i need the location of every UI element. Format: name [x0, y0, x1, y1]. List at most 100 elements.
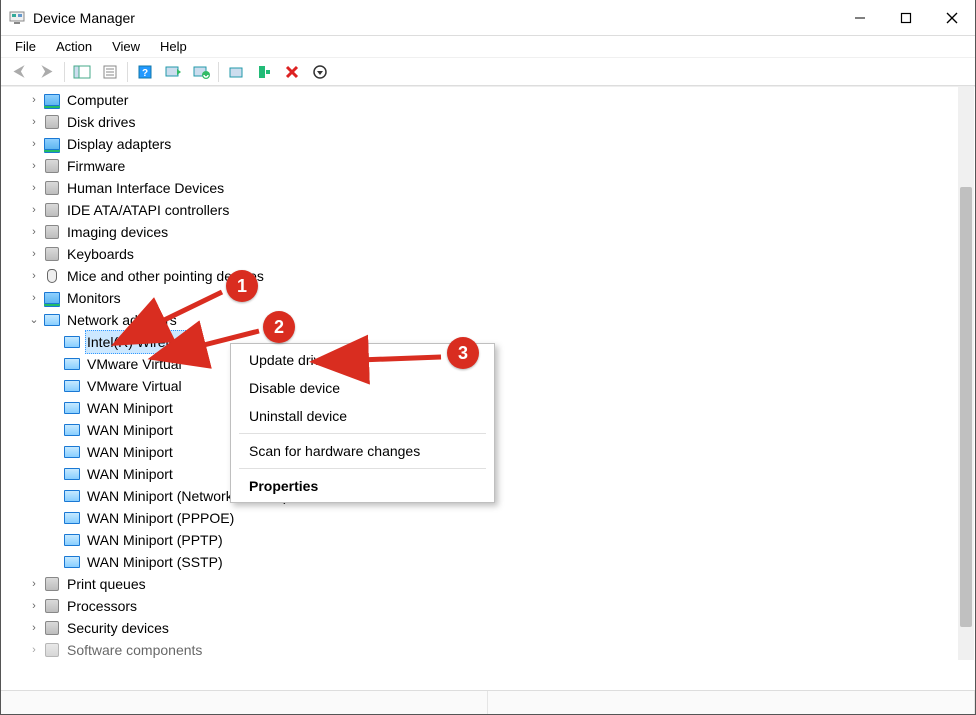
ctx-separator	[239, 433, 486, 434]
tree-label: Disk drives	[65, 111, 137, 133]
scan-hardware-changes-button[interactable]	[159, 60, 187, 84]
tree-label: Imaging devices	[65, 221, 170, 243]
software-icon	[43, 642, 61, 658]
tree-label: IDE ATA/ATAPI controllers	[65, 199, 231, 221]
forward-button[interactable]: ⮞	[33, 60, 61, 84]
tree-item-firmware[interactable]: › Firmware	[15, 155, 975, 177]
vertical-scrollbar[interactable]	[958, 87, 974, 660]
cpu-icon	[43, 598, 61, 614]
menu-view[interactable]: View	[102, 38, 150, 55]
monitor-icon	[43, 290, 61, 306]
titlebar: Device Manager	[1, 0, 975, 36]
tree-item-hid[interactable]: › Human Interface Devices	[15, 177, 975, 199]
ide-icon	[43, 202, 61, 218]
tree-item-wan-miniport[interactable]: WAN Miniport	[15, 441, 975, 463]
net-adapter-icon	[63, 422, 81, 438]
expander-icon[interactable]: ›	[27, 247, 41, 261]
tree-item-wan-miniport-pppoe[interactable]: WAN Miniport (PPPOE)	[15, 507, 975, 529]
expander-icon[interactable]: ›	[27, 291, 41, 305]
expander-icon[interactable]: ›	[27, 137, 41, 151]
expander-icon[interactable]: ›	[27, 159, 41, 173]
tree-item-imaging[interactable]: › Imaging devices	[15, 221, 975, 243]
properties-button[interactable]	[96, 60, 124, 84]
show-hide-console-tree-button[interactable]	[68, 60, 96, 84]
tree-item-vmware-virtual[interactable]: VMware Virtual	[15, 375, 975, 397]
tree-item-processors[interactable]: › Processors	[15, 595, 975, 617]
tree-item-wan-miniport-sstp[interactable]: WAN Miniport (SSTP)	[15, 551, 975, 573]
net-adapter-icon	[63, 400, 81, 416]
network-icon	[43, 312, 61, 328]
expander-icon[interactable]: ›	[27, 269, 41, 283]
maximize-button[interactable]	[883, 0, 929, 36]
svg-text:?: ?	[142, 68, 148, 79]
menubar: File Action View Help	[1, 36, 975, 58]
tree-label: Keyboards	[65, 243, 136, 265]
enable-device-button[interactable]	[222, 60, 250, 84]
annotation-label: 2	[274, 317, 284, 338]
scrollbar-thumb[interactable]	[960, 187, 972, 627]
ctx-uninstall-device[interactable]: Uninstall device	[231, 402, 494, 430]
ctx-scan-hardware[interactable]: Scan for hardware changes	[231, 437, 494, 465]
net-adapter-icon	[63, 444, 81, 460]
tree-item-wan-miniport-network-monitor[interactable]: WAN Miniport (Network Monitor)	[15, 485, 975, 507]
ctx-properties[interactable]: Properties	[231, 472, 494, 500]
uninstall-button[interactable]	[278, 60, 306, 84]
tree-item-wan-miniport[interactable]: WAN Miniport	[15, 397, 975, 419]
add-legacy-hardware-button[interactable]	[250, 60, 278, 84]
imaging-icon	[43, 224, 61, 240]
tree-item-intel-wireless[interactable]: Intel(R) Wireless	[15, 331, 975, 353]
expander-icon[interactable]: ›	[27, 599, 41, 613]
net-adapter-icon	[63, 378, 81, 394]
tree-label: Firmware	[65, 155, 127, 177]
tree-item-network-adapters[interactable]: ⌄ Network adapters	[15, 309, 975, 331]
tree-item-mice[interactable]: › Mice and other pointing devices	[15, 265, 975, 287]
tree-item-monitors[interactable]: › Monitors	[15, 287, 975, 309]
menu-action[interactable]: Action	[46, 38, 102, 55]
update-driver-button[interactable]	[187, 60, 215, 84]
mouse-icon	[43, 268, 61, 284]
tree-item-display-adapters[interactable]: › Display adapters	[15, 133, 975, 155]
tree-item-wan-miniport-pptp[interactable]: WAN Miniport (PPTP)	[15, 529, 975, 551]
net-adapter-icon	[63, 554, 81, 570]
back-button[interactable]: ⮜	[5, 60, 33, 84]
expander-icon[interactable]: ›	[27, 225, 41, 239]
tree-item-print-queues[interactable]: › Print queues	[15, 573, 975, 595]
expander-icon[interactable]: ›	[27, 577, 41, 591]
menu-file[interactable]: File	[5, 38, 46, 55]
tree-label: Human Interface Devices	[65, 177, 226, 199]
expander-icon[interactable]: ›	[27, 621, 41, 635]
toolbar: ⮜ ⮞ ?	[1, 58, 975, 86]
expander-icon[interactable]: ⌄	[27, 313, 41, 327]
tree-item-wan-miniport[interactable]: WAN Miniport	[15, 419, 975, 441]
tree-item-ide[interactable]: › IDE ATA/ATAPI controllers	[15, 199, 975, 221]
tree-item-security-devices[interactable]: › Security devices	[15, 617, 975, 639]
tree-label: WAN Miniport (PPTP)	[85, 529, 225, 551]
ctx-separator	[239, 468, 486, 469]
net-adapter-icon	[63, 356, 81, 372]
menu-help[interactable]: Help	[150, 38, 197, 55]
expander-icon[interactable]: ›	[27, 93, 41, 107]
expander-icon[interactable]: ›	[27, 643, 41, 657]
down-arrow-button[interactable]	[306, 60, 334, 84]
tree-label: Processors	[65, 595, 139, 617]
net-adapter-icon	[63, 510, 81, 526]
tree-label: WAN Miniport	[85, 463, 175, 485]
hid-icon	[43, 180, 61, 196]
tree-label: Security devices	[65, 617, 171, 639]
minimize-button[interactable]	[837, 0, 883, 36]
tree-item-disk-drives[interactable]: › Disk drives	[15, 111, 975, 133]
tree-item-keyboards[interactable]: › Keyboards	[15, 243, 975, 265]
annotation-label: 3	[458, 343, 468, 364]
help-button[interactable]: ?	[131, 60, 159, 84]
expander-icon[interactable]: ›	[27, 203, 41, 217]
expander-icon[interactable]: ›	[27, 115, 41, 129]
tree-item-wan-miniport[interactable]: WAN Miniport	[15, 463, 975, 485]
ctx-disable-device[interactable]: Disable device	[231, 374, 494, 402]
net-adapter-icon	[63, 532, 81, 548]
tree-item-software-components[interactable]: › Software components	[15, 639, 975, 661]
tree-item-vmware-virtual[interactable]: VMware Virtual	[15, 353, 975, 375]
close-button[interactable]	[929, 0, 975, 36]
expander-icon[interactable]: ›	[27, 181, 41, 195]
tree-item-computer[interactable]: › Computer	[15, 89, 975, 111]
net-adapter-icon	[63, 334, 81, 350]
